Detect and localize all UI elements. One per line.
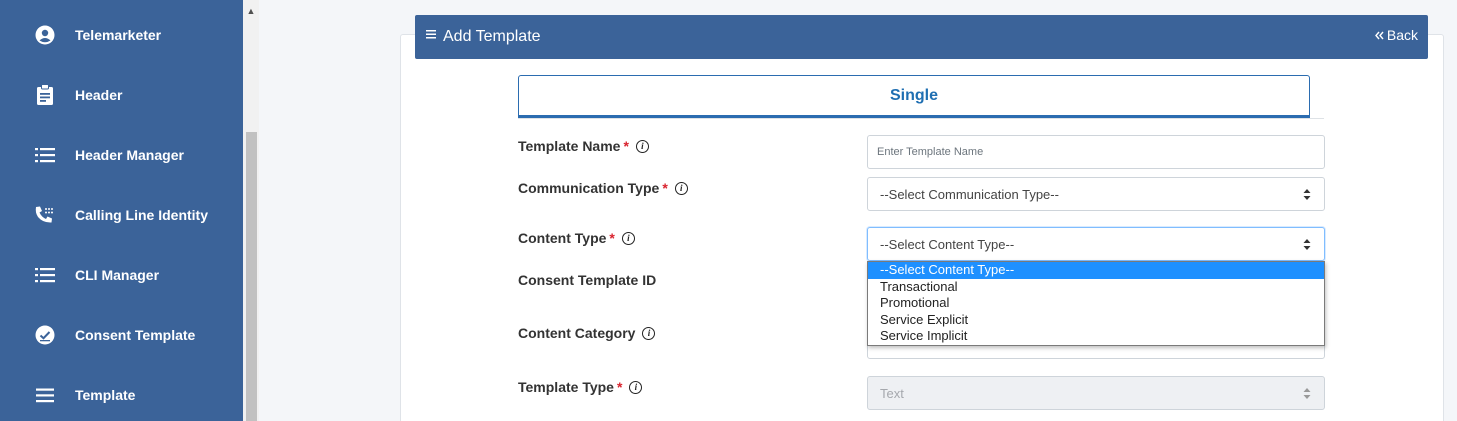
selected-value: --Select Communication Type--	[880, 186, 1059, 202]
list-icon	[34, 144, 56, 166]
double-chevron-left-icon	[1374, 27, 1384, 43]
clipboard-icon	[34, 84, 56, 106]
content-type-label: Content Type * i	[518, 230, 635, 246]
sort-caret-icon	[1303, 188, 1311, 201]
info-icon[interactable]: i	[642, 326, 656, 340]
dropdown-option[interactable]: Service Implicit	[868, 328, 1324, 345]
label-text: Content Type	[518, 230, 607, 246]
sidebar-item-label: Header	[75, 87, 123, 103]
user-circle-icon	[34, 24, 56, 46]
communication-type-label: Communication Type * i	[518, 180, 688, 196]
card-header: Add Template Back	[415, 15, 1428, 59]
phone-icon	[34, 204, 56, 226]
placeholder-text: Enter Template Name	[877, 146, 984, 158]
dropdown-option[interactable]: Promotional	[868, 295, 1324, 312]
sidebar-item-header[interactable]: Header	[0, 65, 243, 125]
label-text: Template Type	[518, 379, 614, 395]
template-name-label: Template Name * i	[518, 138, 649, 154]
bars-icon	[34, 384, 56, 406]
label-text: Consent Template ID	[518, 272, 657, 288]
menu-icon	[426, 26, 436, 44]
back-label: Back	[1386, 27, 1418, 43]
label-text: Communication Type	[518, 180, 660, 196]
sidebar-item-telemarketer[interactable]: Telemarketer	[0, 5, 243, 65]
dropdown-option[interactable]: Service Explicit	[868, 312, 1324, 329]
tab-divider	[518, 118, 1324, 119]
info-icon[interactable]: i	[621, 231, 635, 245]
check-circle-icon	[34, 324, 56, 346]
back-button[interactable]: Back	[1374, 27, 1418, 43]
info-icon[interactable]: i	[635, 139, 649, 153]
template-type-select: Text	[867, 376, 1325, 410]
list-icon	[34, 264, 56, 286]
selected-value: Text	[880, 385, 904, 401]
scroll-up-arrow-icon[interactable]: ▲	[243, 4, 259, 18]
sidebar: Telemarketer Header Header Manager Calli…	[0, 0, 243, 421]
content-category-label: Content Category i	[518, 325, 656, 341]
info-icon[interactable]: i	[629, 380, 643, 394]
scroll-thumb[interactable]	[246, 132, 257, 421]
page-title: Add Template	[443, 28, 541, 45]
tab-label: Single	[889, 86, 938, 104]
sidebar-item-consent-template[interactable]: Consent Template	[0, 305, 243, 365]
sort-caret-icon	[1303, 387, 1311, 400]
sidebar-item-template[interactable]: Template	[0, 365, 243, 421]
label-text: Content Category	[518, 325, 636, 341]
dropdown-option[interactable]: Transactional	[868, 279, 1324, 296]
sidebar-item-label: Consent Template	[75, 327, 196, 343]
sidebar-scrollbar[interactable]: ▲	[243, 0, 259, 421]
template-type-label: Template Type * i	[518, 379, 643, 395]
required-marker: *	[623, 138, 629, 154]
communication-type-select[interactable]: --Select Communication Type--	[867, 177, 1325, 211]
label-text: Template Name	[518, 138, 621, 154]
template-name-input[interactable]: Enter Template Name	[867, 135, 1325, 169]
sidebar-item-label: Header Manager	[75, 147, 184, 163]
sidebar-item-label: Calling Line Identity	[75, 207, 209, 223]
sidebar-item-label: CLI Manager	[75, 267, 160, 283]
content-type-dropdown: --Select Content Type-- Transactional Pr…	[867, 261, 1325, 346]
sidebar-item-header-manager[interactable]: Header Manager	[0, 125, 243, 185]
tab-single[interactable]: Single	[518, 75, 1310, 118]
required-marker: *	[609, 230, 615, 246]
sort-caret-icon	[1303, 238, 1311, 251]
content-type-select[interactable]: --Select Content Type--	[867, 227, 1325, 261]
consent-template-id-label: Consent Template ID	[518, 272, 656, 288]
sidebar-item-label: Template	[75, 387, 136, 403]
sidebar-item-calling-line-identity[interactable]: Calling Line Identity	[0, 185, 243, 245]
sidebar-item-label: Telemarketer	[75, 27, 162, 43]
info-icon[interactable]: i	[674, 181, 688, 195]
dropdown-option[interactable]: --Select Content Type--	[868, 262, 1324, 279]
required-marker: *	[662, 180, 668, 196]
selected-value: --Select Content Type--	[880, 236, 1015, 252]
sidebar-item-cli-manager[interactable]: CLI Manager	[0, 245, 243, 305]
required-marker: *	[616, 379, 623, 395]
